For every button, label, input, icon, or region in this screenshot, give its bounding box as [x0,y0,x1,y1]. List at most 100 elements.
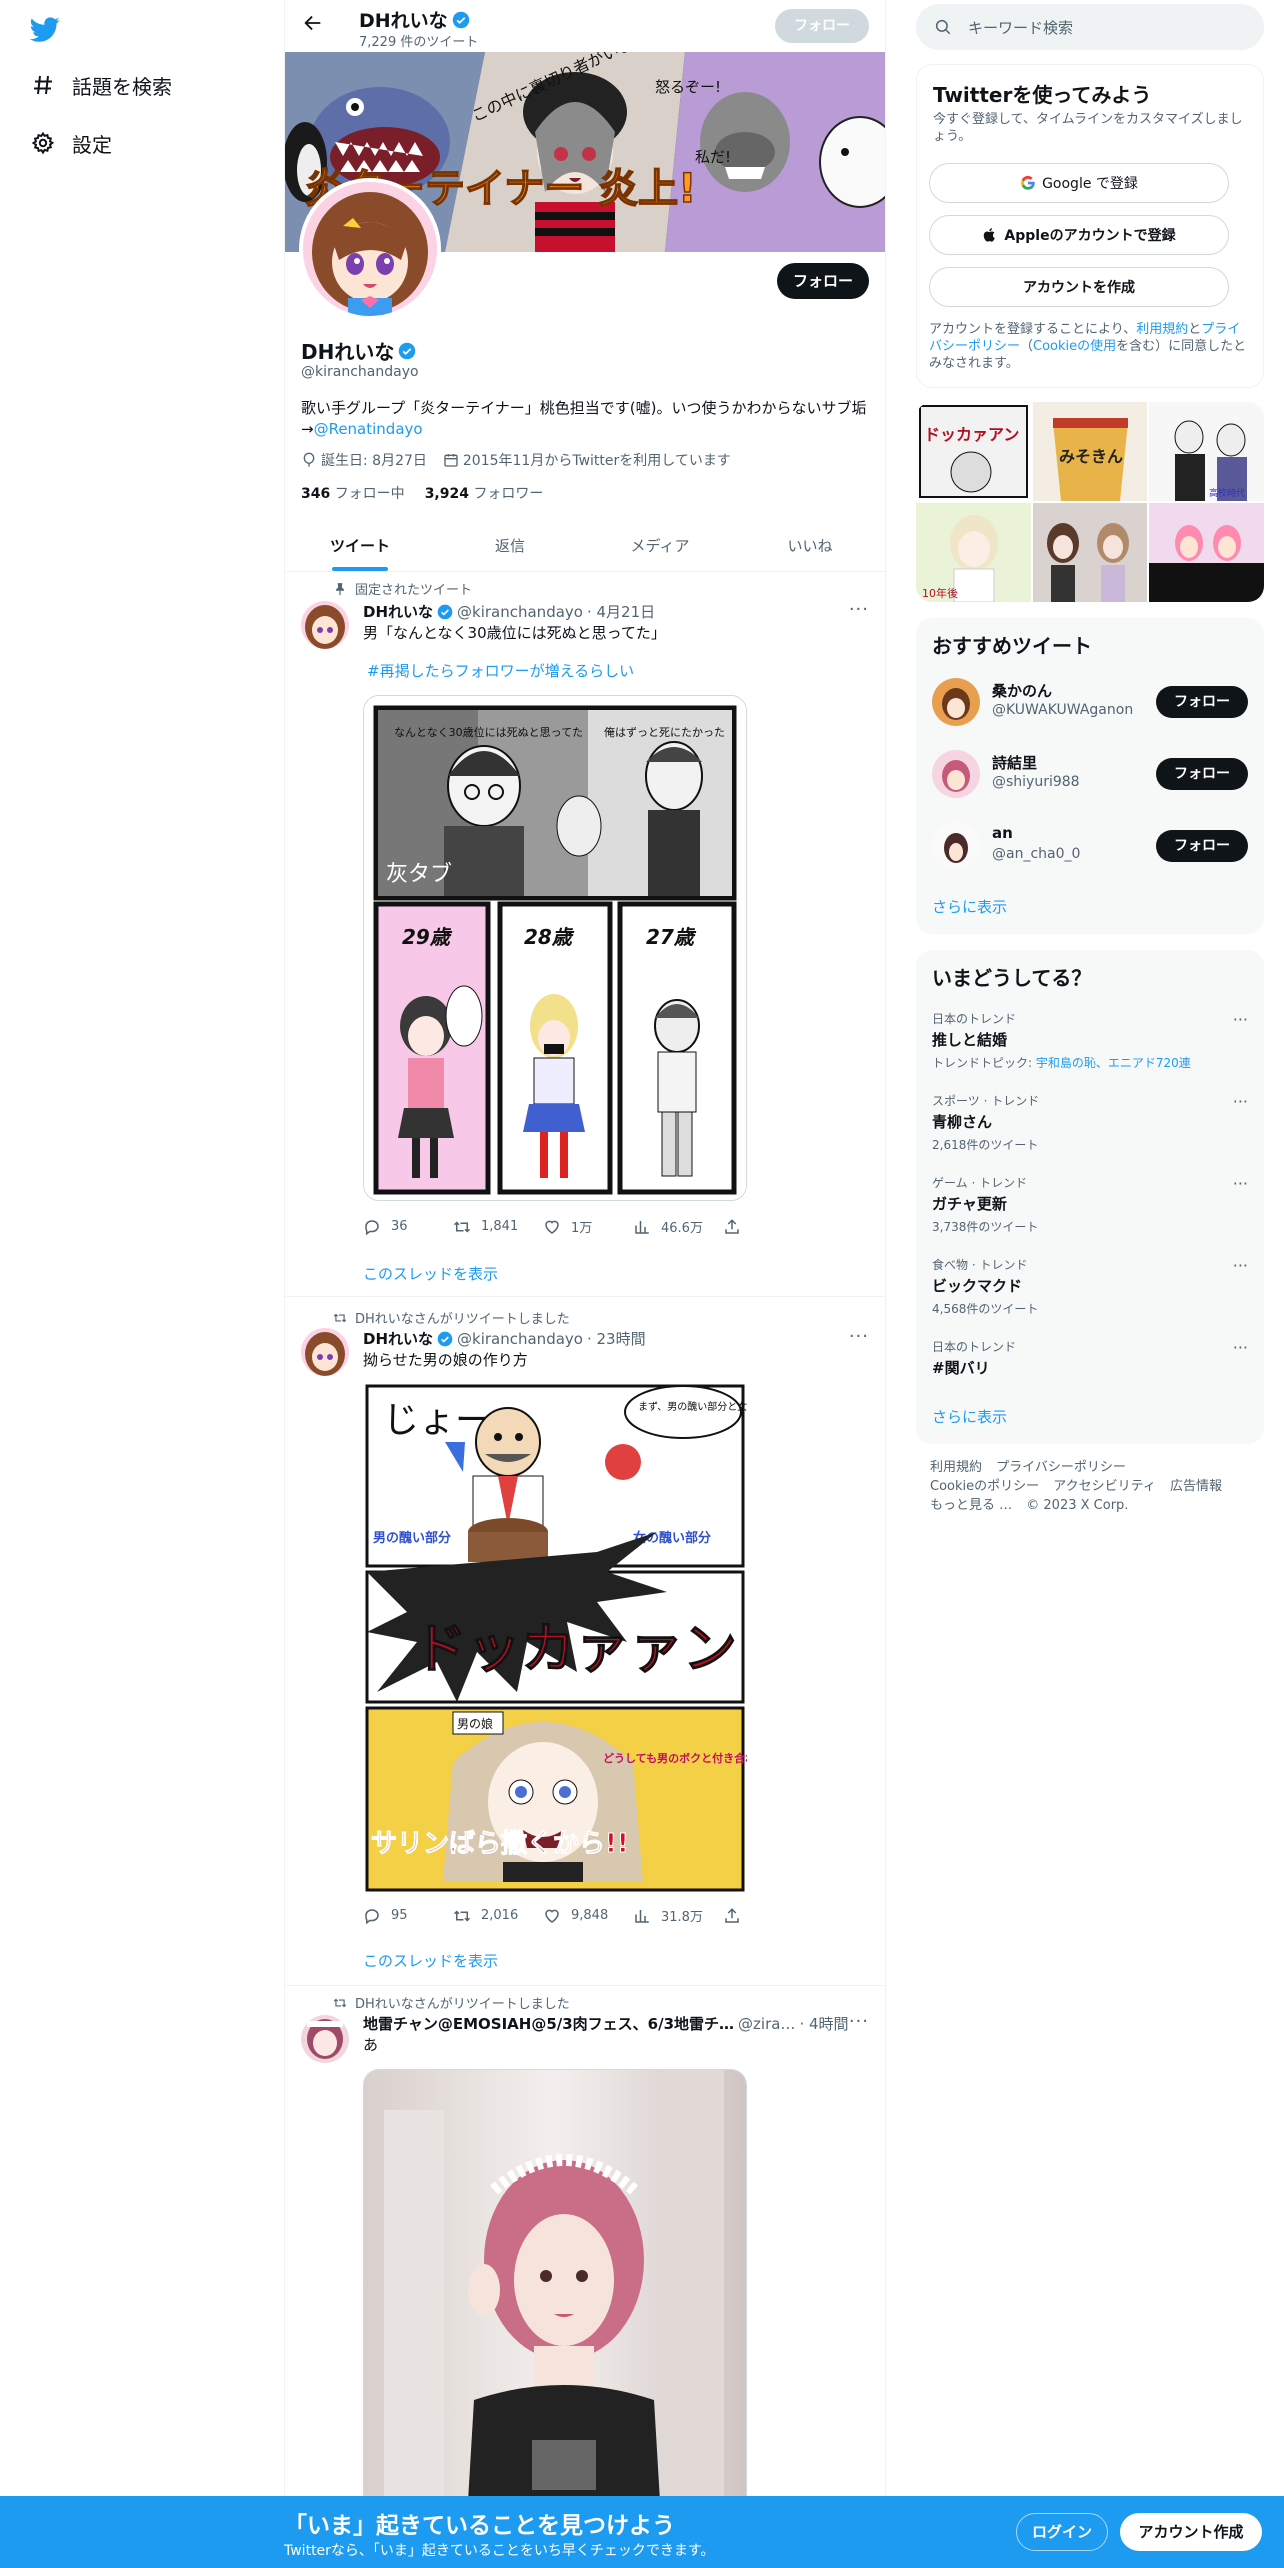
suggested-follow-button[interactable]: フォロー [1156,830,1248,862]
more-options-icon[interactable]: ··· [849,1326,869,1347]
comic-big-text: サリンばら撒くから!! [371,1829,629,1859]
header-follow-button[interactable]: フォロー [775,9,869,43]
tweet-author-name[interactable]: DHれいな [363,601,433,622]
retweet-button[interactable]: 2,016 [453,1906,543,1925]
footer-link-more[interactable]: もっと見る … [930,1498,1012,1513]
profile-bio-link[interactable]: @Renatindayo [314,420,423,438]
tweet-avatar[interactable] [301,2015,349,2063]
suggested-user[interactable]: an @an_cha0_0 フォロー [932,820,1248,872]
tweet-retweet-2[interactable]: DHれいなさんがリツイートしました 地雷チャン@EMOSIAH@5/3肉フェス、… [285,1987,885,2568]
comic-age-28: 28歳 [524,925,575,949]
media-thumb[interactable]: ドッカァアン [916,402,1031,501]
trend-item[interactable]: ゲーム · トレンド ガチャ更新 3,738件のツイート ··· [932,1174,1248,1235]
tab-replies[interactable]: 返信 [435,520,585,571]
reply-button[interactable]: 36 [363,1217,453,1236]
show-thread-link[interactable]: このスレッドを表示 [363,1950,498,1971]
cookie-link[interactable]: Cookieの使用 [1033,339,1116,354]
trend-more-icon[interactable]: ··· [1233,1174,1248,1193]
terms-link[interactable]: 利用規約 [1136,322,1188,337]
tweet-time[interactable]: · 4月21日 [587,601,655,622]
tweet-time[interactable]: · 4時間 [799,2013,848,2034]
more-options-icon[interactable]: ··· [849,599,869,620]
tweet-time[interactable]: · 23時間 [587,1328,646,1349]
suggested-user[interactable]: 詩結里 @shiyuri988 フォロー [932,748,1248,800]
apple-icon [984,228,996,242]
like-button[interactable]: 1万 [543,1217,633,1236]
profile-avatar[interactable] [299,178,441,320]
views-button[interactable]: 31.8万 [633,1906,723,1925]
signup-button[interactable]: アカウント作成 [1120,2513,1262,2551]
followers-link[interactable]: 3,924 フォロワー [425,483,544,503]
trends-show-more-link[interactable]: さらに表示 [932,1406,1007,1427]
tweet-avatar[interactable] [301,601,349,649]
trend-more-icon[interactable]: ··· [1233,1092,1248,1111]
suggest-show-more-link[interactable]: さらに表示 [932,896,1007,917]
create-account-button[interactable]: アカウントを作成 [929,267,1229,307]
tab-likes[interactable]: いいね [735,520,885,571]
tweet-retweet-1[interactable]: DHれいなさんがリツイートしました DHれいな @kiranchandayo ·… [285,1298,885,1986]
trend-title: 推しと結婚 [932,1031,1008,1049]
tab-tweets[interactable]: ツイート [285,520,435,571]
media-thumb[interactable]: みそきん [1032,402,1148,501]
media-thumb[interactable]: 高校時代 [1149,402,1264,501]
tweet-avatar[interactable] [301,1328,349,1376]
tweet-author-name[interactable]: DHれいな [363,1328,433,1349]
footer-link-terms[interactable]: 利用規約 [930,1460,982,1475]
footer-link-cookie[interactable]: Cookieのポリシー [930,1479,1039,1494]
tweet-media-comic[interactable]: 灰タブ なんとなく30歳位には死ぬと思ってた 俺はずっと死にたかった 29歳 2… [363,695,747,1201]
nav-explore[interactable]: 話題を検索 [28,70,172,100]
profile-joined-text: 2015年11月からTwitterを利用しています [462,453,731,469]
trend-title: ガチャ更新 [932,1195,1007,1213]
trend-subtitle: トレンドトピック: 宇和島の恥、エニアド720連 [932,1054,1248,1071]
reply-icon [365,1219,379,1235]
back-arrow-icon[interactable] [299,12,327,40]
trend-topic-link[interactable]: 宇和島の恥、エニアド720連 [1036,1056,1191,1070]
tweet-pinned[interactable]: 固定されたツイート DHれいな @kiranchandayo · 4月21日 ·… [285,573,885,1297]
google-signup-button[interactable]: Google で登録 [929,163,1229,203]
trend-item[interactable]: スポーツ · トレンド 青柳さん 2,618件のツイート ··· [932,1092,1248,1153]
tab-media[interactable]: メディア [585,520,735,571]
footer-link-ads[interactable]: 広告情報 [1170,1479,1222,1494]
share-button[interactable] [723,1217,813,1236]
trend-more-icon[interactable]: ··· [1233,1010,1248,1029]
trend-more-icon[interactable]: ··· [1233,1256,1248,1275]
trend-item[interactable]: 日本のトレンド 推しと結婚 トレンドトピック: 宇和島の恥、エニアド720連 ·… [932,1010,1248,1071]
tweet-media-photo[interactable] [363,2069,747,2568]
avatar[interactable] [932,678,980,726]
tweet-author-handle[interactable]: @zira… [738,2015,795,2033]
tweet-author-name[interactable]: 地雷チャン@EMOSIAH@5/3肉フェス、6/3地雷チ… [363,2013,734,2034]
search-input[interactable]: キーワード検索 [916,4,1264,50]
tweet-media-comic[interactable]: じょー まず、男の醜い部分と女の醜い部分を混ぜます。 男の醜い部分 女の醜い部分… [363,1382,747,1894]
reply-button[interactable]: 95 [363,1906,453,1925]
suggested-user[interactable]: 桑かのん @KUWAKUWAganon フォロー [932,676,1248,728]
show-thread-link[interactable]: このスレッドを表示 [363,1263,498,1284]
profile-follow-button[interactable]: フォロー [777,263,869,299]
trend-more-icon[interactable]: ··· [1233,1338,1248,1357]
suggested-follow-button[interactable]: フォロー [1156,686,1248,718]
media-thumb[interactable] [1149,503,1264,602]
footer-link-accessibility[interactable]: アクセシビリティ [1053,1479,1156,1494]
suggested-follow-button[interactable]: フォロー [1156,758,1248,790]
nav-settings[interactable]: 設定 [28,128,112,158]
like-button[interactable]: 9,848 [543,1906,633,1925]
avatar[interactable] [932,822,980,870]
retweet-button[interactable]: 1,841 [453,1217,543,1236]
apple-signup-button[interactable]: Appleのアカウントで登録 [929,215,1229,255]
following-link[interactable]: 346 フォロー中 [301,483,405,503]
media-thumb[interactable] [1032,503,1148,602]
more-options-icon[interactable]: ··· [849,2011,869,2032]
avatar[interactable] [932,750,980,798]
login-button[interactable]: ログイン [1016,2513,1108,2551]
trend-subtitle: 2,618件のツイート [932,1138,1039,1152]
media-thumb[interactable]: 10年後 [916,503,1031,602]
trend-item[interactable]: 食べ物 · トレンド ビックマクド 4,568件のツイート ··· [932,1256,1248,1317]
tweet-author-handle[interactable]: @kiranchandayo [457,603,583,621]
tweet-hashtag[interactable]: #再掲したらフォロワーが増えるらしい [367,661,634,681]
views-button[interactable]: 46.6万 [633,1217,723,1236]
twitter-logo-icon[interactable] [28,14,62,44]
footer-link-privacy[interactable]: プライバシーポリシー [996,1460,1126,1475]
trend-item[interactable]: 日本のトレンド #関バリ ··· [932,1338,1248,1378]
signup-title: Twitterを使ってみよう [933,83,1152,107]
tweet-author-handle[interactable]: @kiranchandayo [457,1330,583,1348]
share-button[interactable] [723,1906,813,1925]
